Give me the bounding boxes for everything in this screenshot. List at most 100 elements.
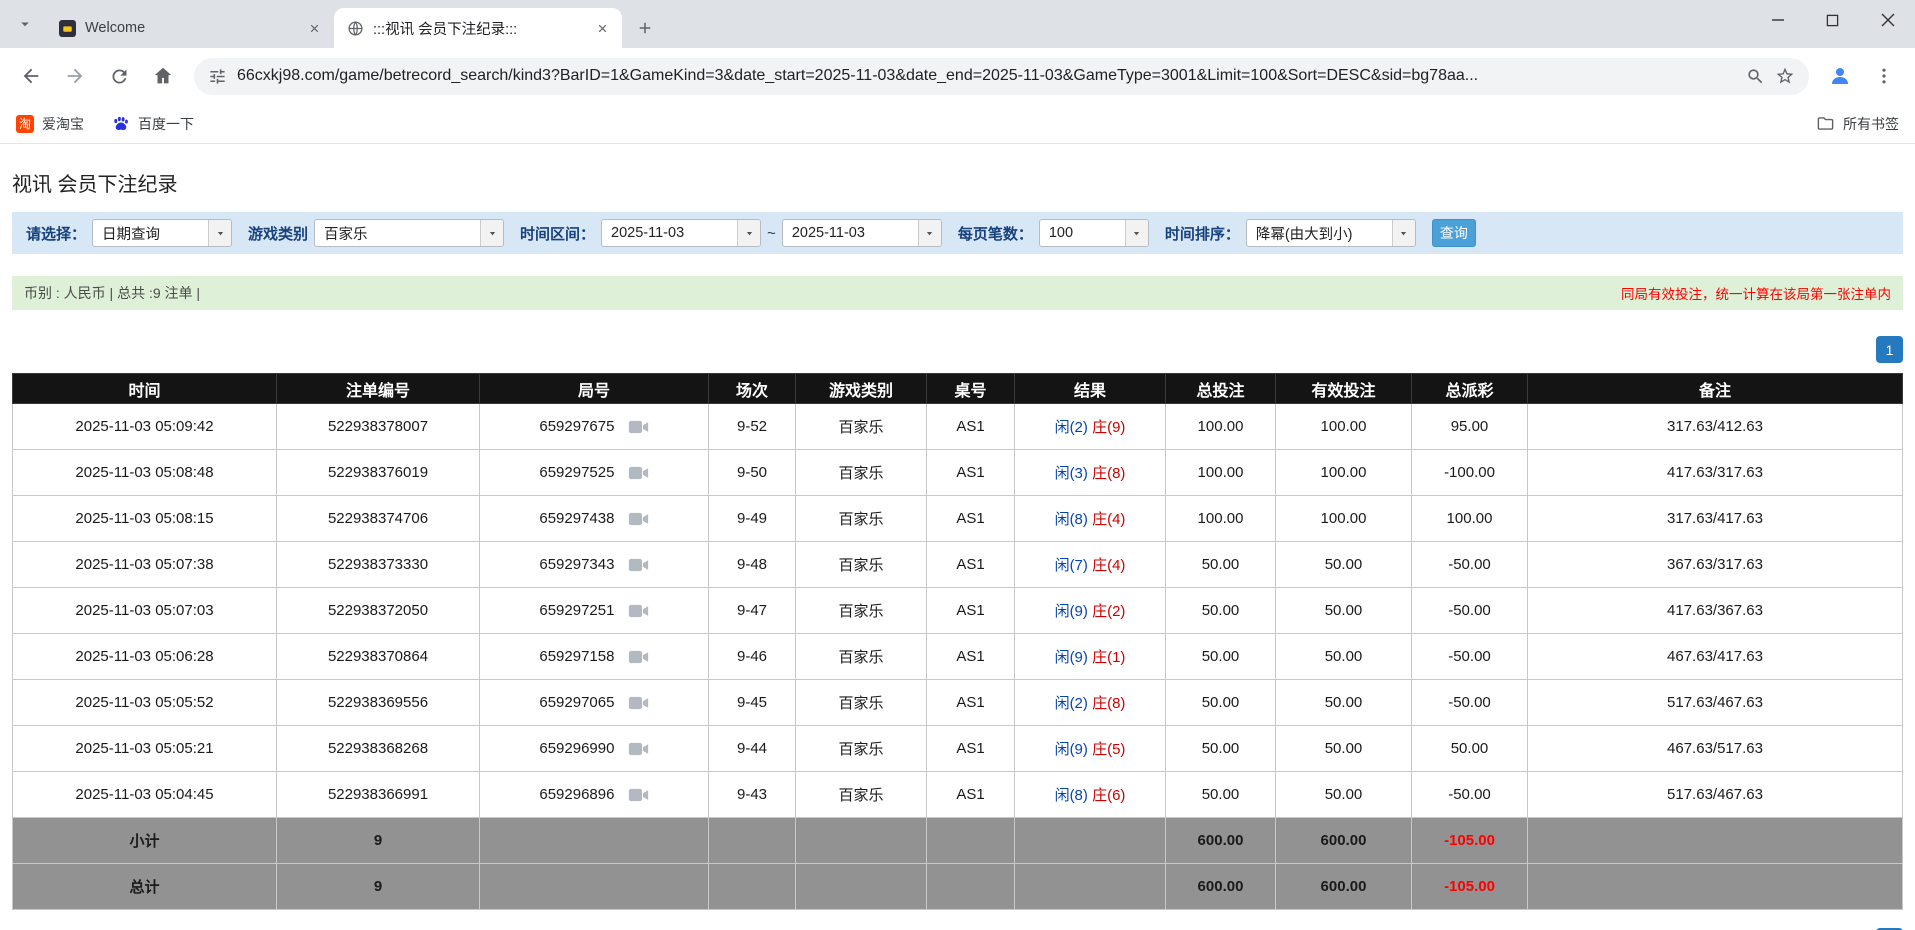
round-video-icon[interactable] [628,787,649,803]
cell-remark: 517.63/467.63 [1527,679,1903,726]
dropdown-arrow-icon[interactable] [737,220,761,246]
dropdown-arrow-icon[interactable] [480,220,504,246]
round-number: 659297251 [539,601,615,619]
sort-select[interactable]: 降幂(由大到小) [1245,219,1416,247]
tab-welcome[interactable]: Welcome [46,8,334,48]
dropdown-arrow-icon[interactable] [917,220,941,246]
page-1-button[interactable]: 1 [1876,336,1903,363]
back-button[interactable] [10,55,52,97]
new-tab-button[interactable] [628,11,662,45]
cell-remark: 467.63/417.63 [1527,633,1903,680]
column-header: 结果 [1014,373,1166,404]
table-row: 2025-11-03 05:07:03 522938372050 6592972… [12,587,1903,634]
reload-button[interactable] [98,55,140,97]
cell-bet-id: 522938374706 [276,495,480,542]
table-row: 2025-11-03 05:08:48 522938376019 6592975… [12,449,1903,496]
dropdown-arrow-icon[interactable] [208,220,232,246]
zoom-icon[interactable] [1746,67,1765,86]
cell-total-bet[interactable]: 100.00 [1165,449,1276,496]
table-row: 2025-11-03 05:05:52 522938369556 6592970… [12,679,1903,726]
cell-total-bet[interactable]: 50.00 [1165,771,1276,818]
cell-remark: 317.63/417.63 [1527,495,1903,542]
cell-total-bet[interactable]: 50.00 [1165,633,1276,680]
all-bookmarks-button[interactable]: 所有书签 [1816,114,1899,134]
cell-time: 2025-11-03 05:05:21 [12,725,277,772]
cell-time: 2025-11-03 05:06:28 [12,633,277,680]
round-video-icon[interactable] [628,511,649,527]
cell-total-bet[interactable]: 50.00 [1165,725,1276,772]
round-video-icon[interactable] [628,649,649,665]
cell-payout: -50.00 [1411,771,1528,818]
bookmark-star-icon[interactable] [1775,66,1795,86]
filter-game-type: 游戏类别 百家乐 [248,219,505,247]
filter-date-range: 时间区间： 2025-11-03 ~ 2025-11-03 [520,219,942,247]
close-window-button[interactable] [1860,0,1915,40]
filter-label: 每页笔数： [957,225,1033,243]
home-button[interactable] [142,55,184,97]
round-video-icon[interactable] [628,603,649,619]
cell-total-bet[interactable]: 50.00 [1165,587,1276,634]
result-player: 闲(9) [1054,603,1088,620]
bookmark-baidu[interactable]: 百度一下 [112,114,194,134]
profile-avatar[interactable] [1819,55,1861,97]
plus-icon [636,19,654,37]
round-video-icon[interactable] [628,557,649,573]
round-number: 659296990 [539,739,615,757]
tab-betrecord[interactable]: :::视讯 会员下注纪录::: [334,8,622,48]
cell-payout: -50.00 [1411,633,1528,680]
cell-total-bet[interactable]: 100.00 [1165,403,1276,450]
browser-menu-button[interactable] [1863,55,1905,97]
filter-sort: 时间排序： 降幂(由大到小) [1165,219,1416,247]
cell-session: 9-52 [708,403,796,450]
dropdown-arrow-icon[interactable] [1391,220,1415,246]
date-start-input[interactable]: 2025-11-03 [601,219,762,247]
column-header: 总派彩 [1411,373,1528,404]
date-separator: ~ [767,224,776,242]
all-bookmarks-label: 所有书签 [1843,115,1899,132]
total-count: 9 [276,863,480,910]
address-bar[interactable]: 66cxkj98.com/game/betrecord_search/kind3… [194,57,1809,95]
dropdown-arrow-icon[interactable] [1124,220,1148,246]
subtotal-label: 小计 [12,817,277,864]
column-header: 局号 [479,373,709,404]
forward-button[interactable] [54,55,96,97]
result-banker: 庄(8) [1092,465,1126,482]
round-video-icon[interactable] [628,419,649,435]
column-header: 总投注 [1165,373,1276,404]
bookmark-taobao[interactable]: 淘 爱淘宝 [16,114,84,134]
cell-total-bet[interactable]: 50.00 [1165,541,1276,588]
cell-total-bet[interactable]: 50.00 [1165,679,1276,726]
window-controls [1750,0,1915,48]
date-end-input[interactable]: 2025-11-03 [781,219,942,247]
cell-bet-id: 522938368268 [276,725,480,772]
table-header-row: 时间 注单编号 局号 场次 游戏类别 桌号 结果 总投注 有效投注 总派彩 备注 [12,373,1903,404]
round-video-icon[interactable] [628,741,649,757]
column-header: 备注 [1527,373,1903,404]
game-type-select[interactable]: 百家乐 [314,219,505,247]
maximize-button[interactable] [1805,0,1860,40]
per-page-select[interactable]: 100 [1038,219,1149,247]
round-video-icon[interactable] [628,465,649,481]
search-button[interactable]: 查询 [1431,219,1476,247]
cell-time: 2025-11-03 05:08:48 [12,449,277,496]
result-player: 闲(9) [1054,649,1088,666]
cell-total-bet[interactable]: 100.00 [1165,495,1276,542]
minimize-button[interactable] [1750,0,1805,40]
cell-remark: 317.63/412.63 [1527,403,1903,450]
subtotal-valid-bet: 600.00 [1275,817,1412,864]
tab-close-icon[interactable] [592,18,612,38]
cell-session: 9-43 [708,771,796,818]
query-type-select[interactable]: 日期查询 [92,219,233,247]
cell-time: 2025-11-03 05:09:42 [12,403,277,450]
cell-valid-bet: 50.00 [1275,771,1412,818]
round-video-icon[interactable] [628,695,649,711]
tab-close-icon[interactable] [304,18,324,38]
cell-valid-bet: 100.00 [1275,403,1412,450]
cell-bet-id: 522938369556 [276,679,480,726]
filter-label: 游戏类别 [248,225,309,243]
tab-search-button[interactable] [10,9,40,39]
total-row: 总计 9 600.00 600.00 -105.00 [12,863,1903,910]
date-value: 2025-11-03 [611,225,685,241]
cell-game-type: 百家乐 [795,725,927,772]
site-settings-icon[interactable] [208,67,227,86]
